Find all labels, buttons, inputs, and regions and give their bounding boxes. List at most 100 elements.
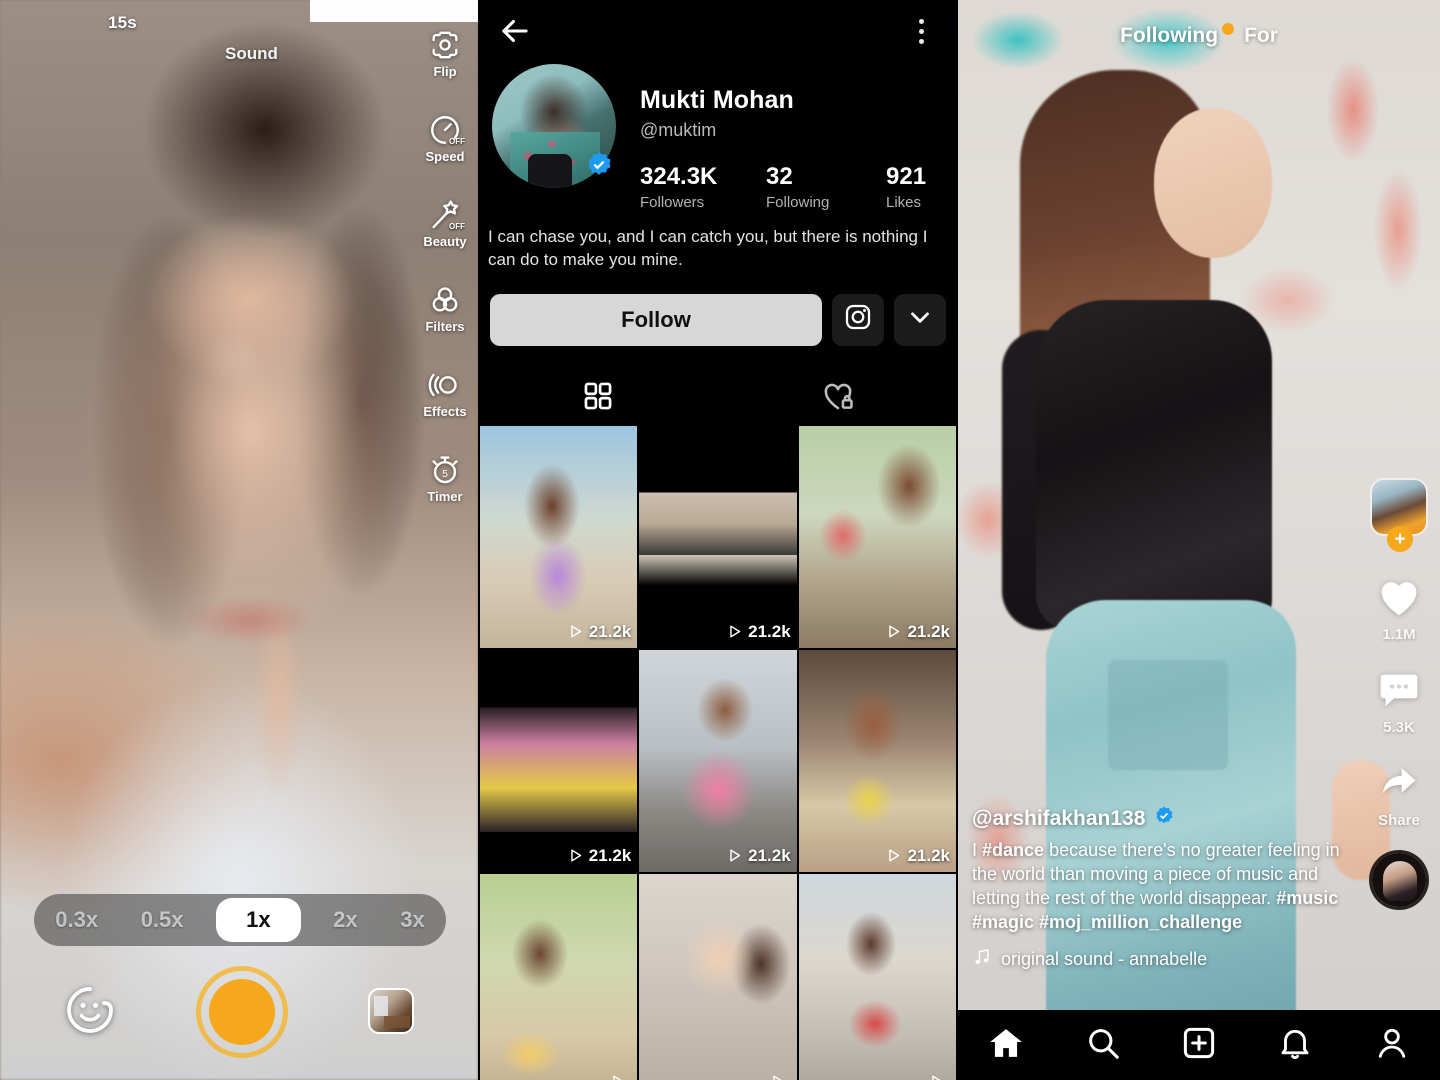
camera-tool-rail: Flip OFF Speed OFF Beauty Filters Effect… <box>414 28 476 504</box>
create-icon <box>1180 1024 1218 1067</box>
tab-for-you[interactable]: For <box>1244 24 1278 48</box>
feed-action-rail: + 1.1M 5.3K Share <box>1364 480 1434 907</box>
nav-create[interactable] <box>1172 1018 1226 1072</box>
stat-following[interactable]: 32 Following <box>766 163 886 211</box>
video-grid-cell[interactable]: 21.2k <box>480 425 638 648</box>
home-icon <box>987 1024 1025 1067</box>
play-count-value: 21.2k <box>588 845 632 865</box>
tab-videos-grid[interactable] <box>478 372 718 426</box>
speed-option-0[interactable]: 0.3x <box>45 901 108 939</box>
stat-likes[interactable]: 921 Likes <box>886 163 926 211</box>
nav-search[interactable] <box>1076 1018 1130 1072</box>
nav-notifications[interactable] <box>1268 1018 1322 1072</box>
play-count <box>928 1073 950 1080</box>
verified-badge-icon <box>584 150 614 180</box>
play-count: 21.2k <box>726 622 791 642</box>
chevron-down-icon <box>905 302 935 337</box>
camera-capture-panel: 15s Sound Flip OFF Speed OFF Beauty Filt… <box>0 0 478 1080</box>
camera-bottom-bar <box>0 960 478 1070</box>
beauty-wand-icon: OFF <box>428 198 465 232</box>
creator-username-row[interactable]: @arshifakhan138 <box>972 805 1360 833</box>
video-thumbnail <box>798 873 956 1080</box>
speed-option-4[interactable]: 3x <box>390 901 434 939</box>
speed-off-badge: OFF <box>449 137 465 146</box>
video-grid-cell[interactable] <box>639 873 797 1080</box>
play-count: 21.2k <box>726 846 791 866</box>
video-grid-cell[interactable]: 21.2k <box>798 649 956 872</box>
caption-part-0: I <box>972 840 983 861</box>
expand-profile-button[interactable] <box>894 293 946 346</box>
comment-button[interactable]: 5.3K <box>1376 667 1422 736</box>
camera-tool-speed[interactable]: OFF Speed <box>414 113 476 164</box>
more-dot <box>918 28 924 34</box>
profile-stats: 324.3K Followers 32 Following 921 Likes <box>640 163 958 211</box>
video-thumbnail <box>639 425 797 648</box>
share-button[interactable]: Share <box>1376 760 1422 829</box>
stat-value: 324.3K <box>640 163 718 190</box>
sticker-emoji-icon[interactable] <box>62 982 118 1038</box>
follow-button[interactable]: Follow <box>490 293 822 346</box>
back-arrow-icon[interactable] <box>496 12 534 50</box>
duration-label: 15s <box>108 13 137 32</box>
speed-selector[interactable]: 0.3x 0.5x 1x 2x 3x <box>34 894 446 946</box>
nav-profile[interactable] <box>1365 1018 1419 1072</box>
speed-option-1[interactable]: 0.5x <box>131 901 194 939</box>
gallery-thumb-b <box>384 1016 410 1028</box>
video-grid-cell[interactable]: 21.2k <box>639 649 797 872</box>
subject-face <box>1154 108 1272 258</box>
play-count <box>769 1073 791 1080</box>
profile-bio: I can chase you, and I can catch you, bu… <box>488 227 928 270</box>
comment-count: 5.3K <box>1383 719 1415 736</box>
feed-tab-bar: Following For <box>958 23 1440 48</box>
three-panel-screenshot: 15s Sound Flip OFF Speed OFF Beauty Filt… <box>0 0 1440 1080</box>
video-grid-cell[interactable]: 21.2k <box>639 425 797 648</box>
stat-label: Likes <box>886 194 922 211</box>
video-grid-cell[interactable] <box>798 873 956 1080</box>
timer-icon: 5 <box>428 453 462 487</box>
bell-icon <box>1276 1024 1314 1067</box>
play-count-value: 21.2k <box>588 621 632 641</box>
camera-tool-flip[interactable]: Flip <box>414 28 476 79</box>
beauty-off-badge: OFF <box>449 222 465 231</box>
creator-avatar-button[interactable]: + <box>1372 480 1426 552</box>
video-grid-cell[interactable]: 21.2k <box>798 425 956 648</box>
camera-tool-beauty[interactable]: OFF Beauty <box>414 198 476 249</box>
profile-panel: Mukti Mohan @muktim 324.3K Followers 32 … <box>478 0 958 1080</box>
speed-option-2[interactable]: 1x <box>216 898 301 942</box>
caption-part-1[interactable]: #dance <box>982 840 1044 860</box>
video-grid-cell[interactable] <box>480 873 638 1080</box>
profile-header-bar <box>478 0 958 58</box>
music-disc-icon[interactable] <box>1372 853 1426 907</box>
nav-home[interactable] <box>979 1018 1033 1072</box>
tab-following[interactable]: Following <box>1120 24 1218 48</box>
more-vertical-icon[interactable] <box>906 12 936 50</box>
search-icon <box>1084 1024 1122 1067</box>
play-count: 21.2k <box>567 845 632 866</box>
stat-value: 921 <box>886 163 927 190</box>
avatar[interactable] <box>492 64 616 188</box>
camera-tool-filters[interactable]: Filters <box>414 283 476 334</box>
stat-label: Following <box>766 194 830 211</box>
subject-jeans-pocket <box>1108 660 1228 770</box>
follow-plus-icon[interactable]: + <box>1387 526 1413 552</box>
camera-tool-timer[interactable]: 5 Timer <box>414 453 476 504</box>
status-notch <box>310 0 478 22</box>
gallery-thumbnail[interactable] <box>368 988 414 1034</box>
instagram-link-button[interactable] <box>832 293 884 346</box>
like-button[interactable]: 1.1M <box>1376 574 1422 643</box>
play-count-value: 21.2k <box>748 845 791 865</box>
share-label: Share <box>1378 812 1420 829</box>
video-grid-cell[interactable]: 21.2k <box>480 649 638 872</box>
stat-followers[interactable]: 324.3K Followers <box>640 163 766 211</box>
tab-liked-private[interactable] <box>718 372 958 426</box>
record-button[interactable] <box>196 966 288 1058</box>
avatar-detail-top <box>528 154 572 188</box>
camera-tool-label: Effects <box>423 404 467 419</box>
tab-notification-dot <box>1222 23 1235 35</box>
sound-hint-label: Sound <box>225 44 278 63</box>
sound-row[interactable]: original sound - annabelle <box>972 947 1360 972</box>
play-count-value: 21.2k <box>748 621 791 641</box>
play-count-value: 21.2k <box>907 621 950 641</box>
camera-tool-effects[interactable]: Effects <box>414 368 476 419</box>
speed-option-3[interactable]: 2x <box>323 901 367 939</box>
